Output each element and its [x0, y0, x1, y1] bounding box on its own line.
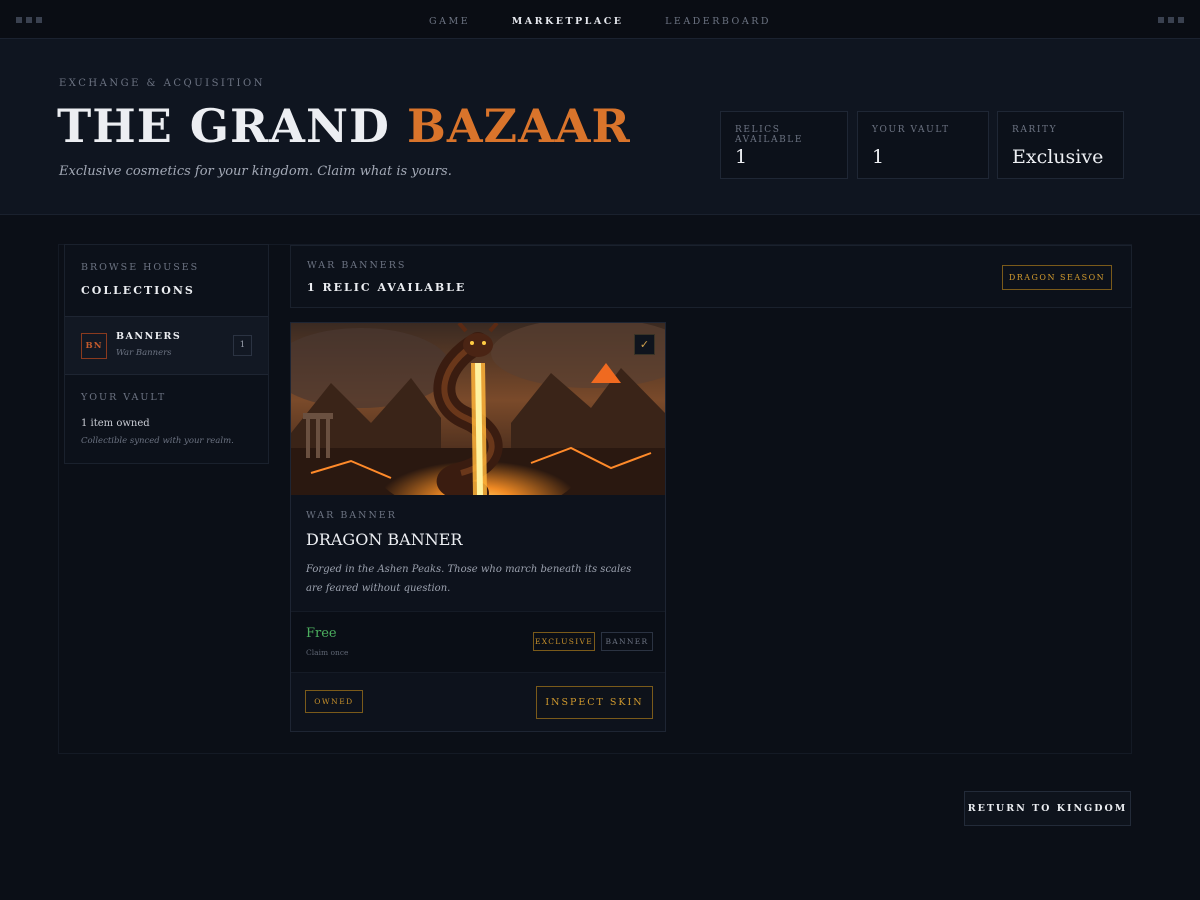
- hero-subtitle: Exclusive cosmetics for your kingdom. Cl…: [59, 164, 452, 179]
- collection-header: WAR BANNERS 1 RELIC AVAILABLE DRAGON SEA…: [290, 245, 1132, 308]
- stat-rarity: RARITY Exclusive: [997, 111, 1124, 179]
- card-category: WAR BANNER: [306, 510, 397, 521]
- sidebar-item-banners[interactable]: BN BANNERS War Banners 1: [65, 316, 268, 375]
- vault-heading: YOUR VAULT: [81, 392, 167, 403]
- dragon-illustration: [291, 323, 665, 495]
- hero-section: EXCHANGE & ACQUISITION THE GRAND BAZAAR …: [0, 39, 1200, 215]
- page-title-accent: BAZAAR: [406, 99, 631, 153]
- hero-eyebrow: EXCHANGE & ACQUISITION: [59, 78, 265, 89]
- owned-badge: OWNED: [305, 690, 363, 713]
- price-note: Claim once: [306, 648, 349, 657]
- inspect-skin-button[interactable]: INSPECT SKIN: [536, 686, 653, 719]
- sidebar-item-sub: War Banners: [116, 348, 172, 358]
- dragon-banner-artwork: ✓: [291, 323, 665, 495]
- stat-relics-available: RELICS AVAILABLE 1: [720, 111, 848, 179]
- season-badge: DRAGON SEASON: [1002, 265, 1112, 290]
- nav-game[interactable]: GAME: [429, 16, 470, 27]
- stat-value: 1: [872, 146, 885, 168]
- owned-check-icon[interactable]: ✓: [634, 334, 655, 355]
- tag-banner: BANNER: [601, 632, 653, 651]
- stat-value: 1: [735, 146, 748, 168]
- banner-code-badge: BN: [81, 333, 107, 359]
- sidebar-item-label: BANNERS: [116, 331, 182, 342]
- stat-your-vault: YOUR VAULT 1: [857, 111, 989, 179]
- window-dots-right: [1158, 17, 1184, 23]
- top-nav-bar: GAME MARKETPLACE LEADERBOARD: [0, 0, 1200, 39]
- vault-note: Collectible synced with your realm.: [81, 436, 234, 446]
- tag-exclusive: EXCLUSIVE: [533, 632, 595, 651]
- nav-leaderboard[interactable]: LEADERBOARD: [665, 16, 771, 27]
- stat-value: Exclusive: [1012, 146, 1104, 168]
- stat-label: YOUR VAULT: [872, 125, 950, 135]
- stat-label: RARITY: [1012, 125, 1058, 135]
- return-to-kingdom-button[interactable]: RETURN TO KINGDOM: [964, 791, 1131, 826]
- card-title: DRAGON BANNER: [306, 530, 463, 549]
- sidebar-collections-heading: COLLECTIONS: [81, 284, 195, 297]
- price-value: Free: [306, 626, 337, 641]
- sidebar-browse-label: BROWSE HOUSES: [81, 262, 200, 273]
- item-card[interactable]: ✓ WAR BANNER DRAGON BANNER Forged in the…: [290, 322, 666, 732]
- main-nav: GAME MARKETPLACE LEADERBOARD: [0, 16, 1200, 27]
- collection-count: 1 RELIC AVAILABLE: [307, 281, 467, 294]
- collection-category: WAR BANNERS: [307, 260, 407, 271]
- vault-owned-text: 1 item owned: [81, 418, 150, 429]
- page-title: THE GRAND BAZAAR: [57, 99, 631, 153]
- card-description: Forged in the Ashen Peaks. Those who mar…: [306, 564, 632, 594]
- price-section: Free Claim once EXCLUSIVE BANNER: [291, 611, 665, 673]
- sidebar-item-count: 1: [233, 335, 252, 356]
- stat-label: RELICS AVAILABLE: [735, 125, 804, 145]
- page-title-main: THE GRAND: [57, 99, 390, 153]
- nav-marketplace[interactable]: MARKETPLACE: [512, 16, 624, 27]
- sidebar: BROWSE HOUSES COLLECTIONS BN BANNERS War…: [64, 244, 269, 464]
